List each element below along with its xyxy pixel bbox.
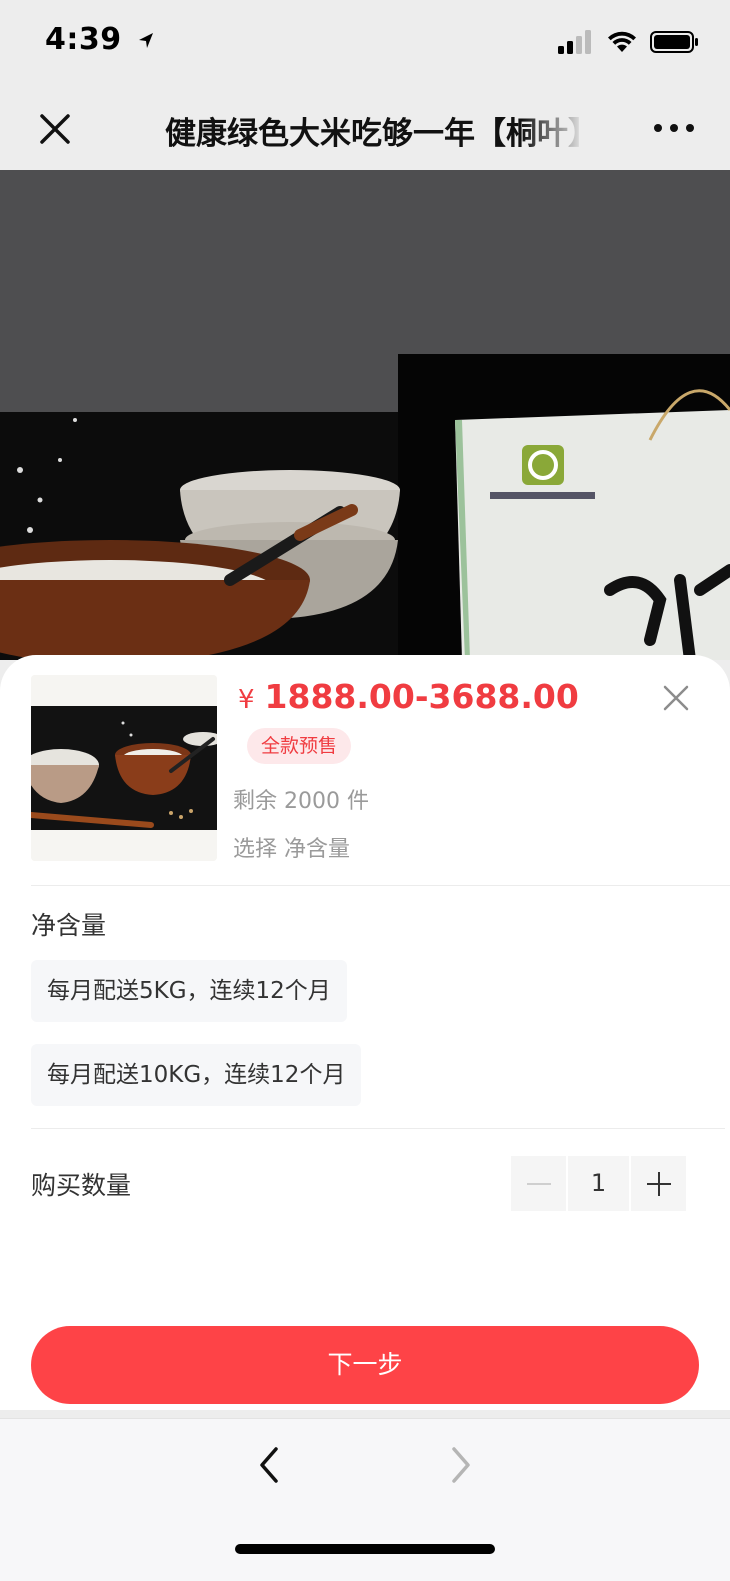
hero-illustration (0, 170, 730, 660)
status-icons (558, 30, 700, 54)
forward-arrow-icon[interactable] (442, 1445, 478, 1485)
next-step-button[interactable]: 下一步 (31, 1326, 699, 1404)
spec-title: 净含量 (31, 911, 107, 940)
quantity-stepper: 1 (511, 1156, 686, 1211)
quantity-label: 购买数量 (31, 1171, 132, 1200)
divider (31, 885, 730, 886)
page-title: 健康绿色大米吃够一年【桐叶】 (165, 116, 585, 152)
price-range: 1888.00-3688.00 (264, 677, 579, 716)
quantity-input[interactable]: 1 (568, 1156, 629, 1211)
price: ¥ 1888.00-3688.00 (238, 677, 579, 716)
close-sheet-icon[interactable] (662, 684, 690, 712)
cellular-signal-icon (558, 30, 591, 54)
status-time: 4:39 (45, 22, 157, 57)
divider (31, 1128, 725, 1129)
more-icon[interactable] (654, 118, 694, 138)
battery-icon (650, 31, 698, 53)
nav-bar: 健康绿色大米吃够一年【桐叶】 (0, 88, 730, 170)
minus-icon (526, 1182, 551, 1185)
thumbnail-illustration (31, 675, 217, 861)
product-thumbnail (31, 675, 217, 861)
location-arrow-icon (138, 32, 153, 48)
back-arrow-icon[interactable] (252, 1445, 288, 1485)
decrease-button[interactable] (511, 1156, 566, 1211)
close-icon[interactable] (34, 108, 76, 150)
selection-hint: 选择 净含量 (233, 837, 350, 862)
spec-option-10kg[interactable]: 每月配送10KG，连续12个月 (31, 1044, 362, 1106)
more-dot (686, 124, 694, 132)
increase-button[interactable] (631, 1156, 686, 1211)
plus-icon (646, 1171, 671, 1196)
stock-remaining: 剩余 2000 件 (233, 789, 369, 814)
wifi-icon (608, 31, 636, 52)
status-bar: 4:39 (0, 0, 730, 88)
sku-selector-sheet: ¥ 1888.00-3688.00 全款预售 剩余 2000 件 选择 净含量 … (0, 655, 730, 1410)
home-indicator (235, 1544, 495, 1554)
browser-toolbar (0, 1418, 730, 1581)
more-dot (654, 124, 662, 132)
presale-badge: 全款预售 (247, 728, 352, 764)
currency-symbol: ¥ (238, 685, 255, 715)
spec-option-5kg[interactable]: 每月配送5KG，连续12个月 (31, 960, 347, 1022)
status-time-text: 4:39 (45, 22, 122, 57)
more-dot (670, 124, 678, 132)
product-hero-image (0, 170, 730, 660)
